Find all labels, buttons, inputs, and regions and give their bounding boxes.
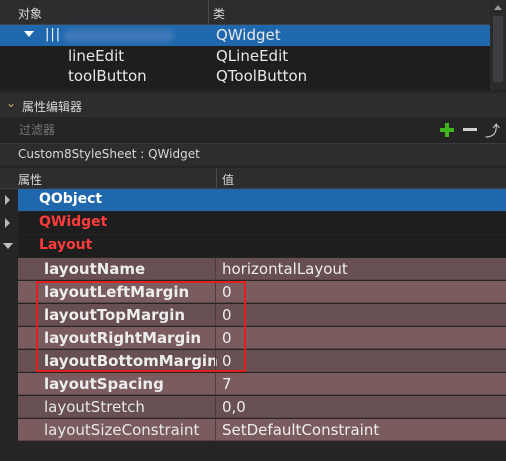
property-name: layoutName bbox=[44, 260, 146, 278]
object-row-lineedit[interactable]: lineEdit QLineEdit bbox=[0, 46, 490, 67]
column-divider bbox=[215, 396, 216, 418]
property-name: layoutSizeConstraint bbox=[44, 421, 200, 439]
object-inspector-header: 对象 类 bbox=[0, 0, 490, 25]
collapse-arrow-icon[interactable] bbox=[24, 31, 34, 37]
column-header-object[interactable]: 对象 bbox=[18, 5, 42, 22]
section-qwidget[interactable]: QWidget bbox=[5, 212, 506, 234]
layout-icon: ||| bbox=[45, 27, 62, 42]
property-value[interactable]: SetDefaultConstraint bbox=[222, 421, 379, 439]
column-header-value[interactable]: 值 bbox=[222, 171, 234, 188]
minus-icon bbox=[463, 128, 477, 131]
column-divider bbox=[215, 327, 216, 349]
object-name: lineEdit bbox=[68, 47, 125, 65]
property-name: layoutLeftMargin bbox=[44, 283, 190, 301]
property-row-layouttopmargin[interactable]: layoutTopMargin 0 bbox=[18, 304, 506, 326]
property-value[interactable]: 0 bbox=[222, 329, 232, 347]
expand-arrow-icon[interactable] bbox=[5, 195, 10, 205]
section-label: Layout bbox=[39, 237, 93, 253]
current-object-class-label: Custom8StyleSheet : QWidget bbox=[0, 143, 506, 166]
filter-input[interactable] bbox=[15, 120, 433, 140]
column-divider bbox=[215, 373, 216, 395]
property-column-header: 属性 值 bbox=[0, 168, 506, 189]
wrench-icon: ⤴ bbox=[485, 122, 501, 140]
object-row-root[interactable]: ||| QWidget bbox=[0, 25, 490, 46]
property-editor-title: 属性编辑器 bbox=[22, 100, 83, 114]
object-class: QWidget bbox=[216, 26, 281, 44]
property-row-layoutname[interactable]: layoutName horizontalLayout bbox=[18, 258, 506, 280]
object-inspector: 对象 类 ||| QWidget lineEdit QLineEdit tool… bbox=[0, 0, 506, 90]
property-name: layoutSpacing bbox=[44, 375, 164, 393]
scroll-up-icon[interactable] bbox=[494, 5, 502, 10]
property-value[interactable]: 0,0 bbox=[222, 398, 246, 416]
plus-icon-stroke bbox=[445, 123, 449, 137]
column-header-property[interactable]: 属性 bbox=[18, 171, 42, 188]
property-value[interactable]: 7 bbox=[222, 375, 232, 393]
expand-arrow-icon[interactable] bbox=[5, 218, 10, 228]
column-divider bbox=[216, 168, 217, 188]
property-editor-header[interactable]: ⌄ 属性编辑器 bbox=[0, 93, 506, 117]
vertical-scrollbar[interactable] bbox=[490, 0, 506, 90]
property-name: layoutBottomMargin bbox=[44, 352, 218, 370]
scrollbar-thumb[interactable] bbox=[493, 16, 503, 82]
column-header-class[interactable]: 类 bbox=[213, 5, 225, 22]
property-value[interactable]: 0 bbox=[222, 352, 232, 370]
remove-property-button[interactable] bbox=[461, 120, 479, 140]
column-divider bbox=[215, 304, 216, 326]
column-divider bbox=[215, 258, 216, 280]
property-row-layoutleftmargin[interactable]: layoutLeftMargin 0 bbox=[18, 281, 506, 303]
chevron-down-icon[interactable]: ⌄ bbox=[6, 96, 16, 110]
collapse-arrow-icon[interactable] bbox=[3, 243, 13, 249]
configure-button[interactable]: ⤴ bbox=[484, 120, 502, 140]
property-value[interactable]: 0 bbox=[222, 283, 232, 301]
property-row-layoutspacing[interactable]: layoutSpacing 7 bbox=[18, 373, 506, 395]
section-label: QObject bbox=[39, 191, 103, 207]
object-class: QLineEdit bbox=[216, 47, 289, 65]
class-label-text: Custom8StyleSheet : QWidget bbox=[18, 147, 200, 161]
section-label: QWidget bbox=[39, 214, 108, 230]
property-row-layoutsizeconstraint[interactable]: layoutSizeConstraint SetDefaultConstrain… bbox=[18, 419, 506, 441]
filter-bar: ⤴ bbox=[0, 117, 506, 143]
section-qobject[interactable]: QObject bbox=[5, 189, 506, 211]
column-divider bbox=[215, 419, 216, 441]
property-value[interactable]: 0 bbox=[222, 306, 232, 324]
section-layout[interactable]: Layout bbox=[3, 235, 506, 257]
object-name: toolButton bbox=[68, 67, 147, 85]
add-property-button[interactable] bbox=[438, 120, 456, 140]
property-value[interactable]: horizontalLayout bbox=[222, 260, 348, 278]
property-name: layoutStretch bbox=[44, 398, 145, 416]
column-divider bbox=[215, 281, 216, 303]
property-row-layoutrightmargin[interactable]: layoutRightMargin 0 bbox=[18, 327, 506, 349]
property-name: layoutTopMargin bbox=[44, 306, 186, 324]
tree-indent-gutter bbox=[0, 258, 18, 461]
property-name: layoutRightMargin bbox=[44, 329, 202, 347]
property-row-layoutstretch[interactable]: layoutStretch 0,0 bbox=[18, 396, 506, 418]
redacted-object-name bbox=[64, 29, 174, 42]
column-divider bbox=[215, 350, 216, 372]
object-class: QToolButton bbox=[216, 67, 308, 85]
property-row-layoutbottommargin[interactable]: layoutBottomMargin 0 bbox=[18, 350, 506, 372]
object-row-toolbutton[interactable]: toolButton QToolButton bbox=[0, 66, 490, 87]
column-divider bbox=[208, 0, 209, 24]
